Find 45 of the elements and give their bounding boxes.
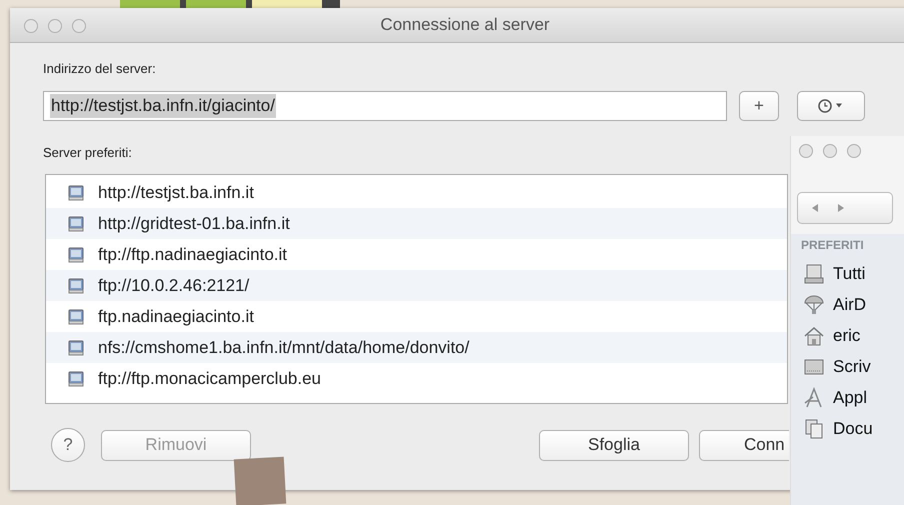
server-row[interactable]: ftp://ftp.monacicamperclub.eu <box>46 363 787 394</box>
photo-placeholder <box>234 456 286 505</box>
house-icon <box>803 324 825 346</box>
minimize-button[interactable] <box>823 144 837 158</box>
server-icon <box>68 278 84 294</box>
recent-servers-button[interactable] <box>797 91 865 121</box>
help-button[interactable]: ? <box>51 428 85 462</box>
server-row[interactable]: nfs://cmshome1.ba.infn.it/mnt/data/home/donvito/ <box>46 332 787 363</box>
server-row[interactable]: http://testjst.ba.infn.it <box>46 177 787 208</box>
back-icon <box>810 203 820 213</box>
sidebar-item[interactable]: eric <box>803 320 904 351</box>
zoom-button[interactable] <box>847 144 861 158</box>
dialog-button[interactable]: Conn <box>699 430 789 460</box>
server-icon <box>68 184 84 200</box>
close-button[interactable] <box>24 19 38 33</box>
server-icon <box>68 370 84 386</box>
back-forward-control[interactable] <box>797 192 893 224</box>
forward-icon <box>836 203 846 213</box>
server-row[interactable]: ftp://10.0.2.46:2121/ <box>46 270 787 301</box>
sidebar-heading: PREFERITI <box>801 238 865 252</box>
minimize-button[interactable] <box>48 19 62 33</box>
server-icon <box>68 340 84 356</box>
sidebar-item[interactable]: Scriv <box>803 351 904 382</box>
sidebar-item[interactable]: Docu <box>803 413 904 444</box>
sidebar-item[interactable]: Appl <box>803 382 904 413</box>
server-row[interactable]: http://gridtest-01.ba.infn.it <box>46 208 787 239</box>
clock-dropdown-icon <box>817 99 845 113</box>
documents-icon <box>803 418 825 440</box>
server-icon <box>68 308 84 324</box>
server-row[interactable]: ftp://ftp.nadinaegiacinto.it <box>46 239 787 270</box>
server-icon <box>68 216 84 232</box>
sidebar-item[interactable]: AirD <box>803 289 904 320</box>
sidebar-item[interactable]: Tutti <box>803 258 904 289</box>
server-icon <box>68 246 84 262</box>
address-field[interactable]: http://testjst.ba.infn.it/giacinto/ <box>43 91 727 121</box>
window-title: Connessione al server <box>380 15 550 35</box>
server-row[interactable]: ftp.nadinaegiacinto.it <box>46 301 787 332</box>
close-button[interactable] <box>799 144 813 158</box>
add-button[interactable]: + <box>739 91 779 121</box>
favorites-label: Server preferiti: <box>43 145 132 160</box>
parachute-icon <box>803 294 825 316</box>
dialog-button[interactable]: Sfoglia <box>539 430 689 460</box>
zoom-button[interactable] <box>72 19 86 33</box>
drive-icon <box>803 262 825 284</box>
address-label: Indirizzo del server: <box>43 61 156 76</box>
